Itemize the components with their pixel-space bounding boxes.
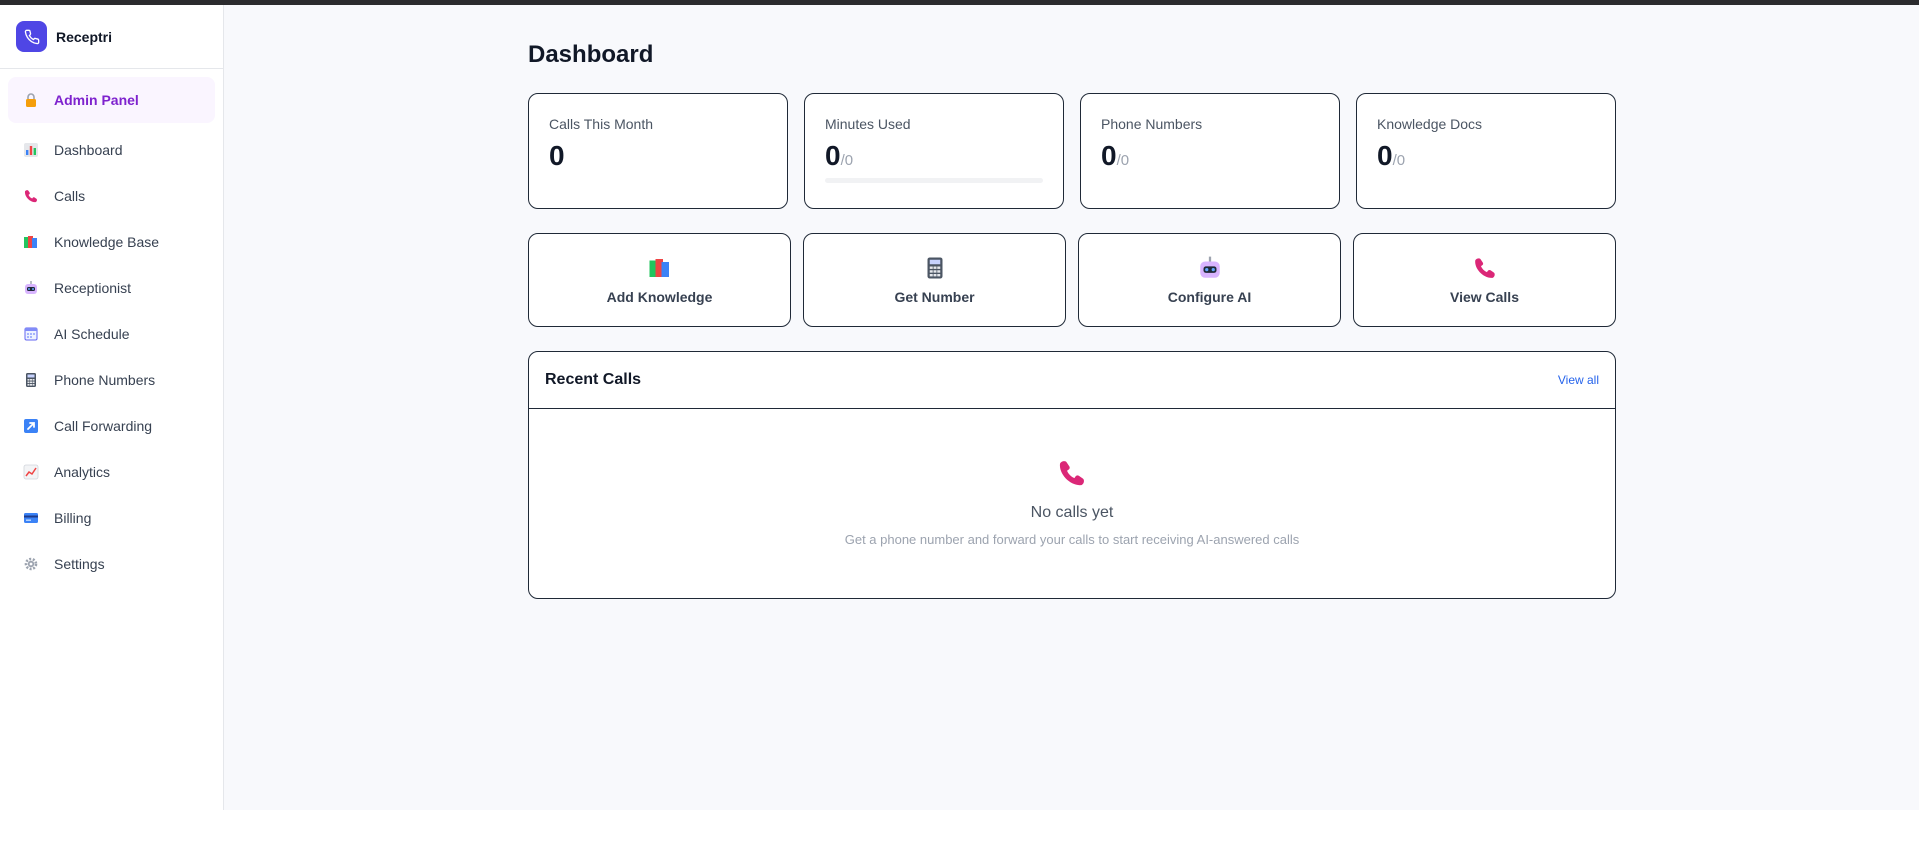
lock-icon bbox=[22, 91, 40, 109]
recent-calls-title: Recent Calls bbox=[545, 371, 642, 388]
phone-receiver-icon bbox=[1056, 457, 1088, 494]
robot-icon bbox=[1197, 255, 1223, 281]
stat-value: 0/0 bbox=[825, 140, 854, 171]
brand[interactable]: Receptri bbox=[0, 5, 223, 69]
sidebar-item-ai-schedule[interactable]: AI Schedule bbox=[8, 311, 215, 357]
sidebar-item-billing[interactable]: Billing bbox=[8, 495, 215, 541]
stat-card-calls-this-month: Calls This Month 0 bbox=[528, 93, 788, 209]
sidebar-item-calls[interactable]: Calls bbox=[8, 173, 215, 219]
gear-icon bbox=[22, 555, 40, 573]
sidebar-item-analytics[interactable]: Analytics bbox=[8, 449, 215, 495]
stat-card-knowledge-docs: Knowledge Docs 0/0 bbox=[1356, 93, 1616, 209]
stat-label: Calls This Month bbox=[549, 116, 654, 132]
view-calls-button[interactable]: View Calls bbox=[1353, 233, 1616, 327]
calendar-icon bbox=[22, 325, 40, 343]
action-label: View Calls bbox=[1449, 289, 1519, 305]
sidebar-item-call-forwarding[interactable]: Call Forwarding bbox=[8, 403, 215, 449]
stat-label: Phone Numbers bbox=[1101, 116, 1203, 132]
sidebar-item-label: Knowledge Base bbox=[54, 234, 160, 250]
sidebar-item-label: AI Schedule bbox=[54, 326, 130, 342]
minutes-progress-bar bbox=[825, 178, 1043, 183]
phone-receiver-icon bbox=[22, 187, 40, 205]
sidebar-item-label: Admin Panel bbox=[54, 92, 139, 108]
sidebar-item-knowledge-base[interactable]: Knowledge Base bbox=[8, 219, 215, 265]
sidebar-item-dashboard[interactable]: Dashboard bbox=[8, 127, 215, 173]
stat-label: Minutes Used bbox=[825, 116, 911, 132]
recent-calls-header: Recent Calls View all bbox=[529, 352, 1615, 409]
stat-value: 0/0 bbox=[1101, 140, 1130, 171]
view-all-link[interactable]: View all bbox=[1558, 373, 1599, 387]
empty-state-title: No calls yet bbox=[1030, 504, 1114, 521]
add-knowledge-button[interactable]: Add Knowledge bbox=[528, 233, 791, 327]
sidebar: Receptri Admin Panel Dashboard Calls Kno… bbox=[0, 5, 224, 810]
empty-state-description: Get a phone number and forward your call… bbox=[844, 532, 1300, 547]
action-label: Add Knowledge bbox=[606, 289, 713, 305]
main-content: Dashboard Calls This Month 0 Minutes Use… bbox=[224, 5, 1919, 810]
books-icon bbox=[22, 233, 40, 251]
sidebar-item-settings[interactable]: Settings bbox=[8, 541, 215, 587]
get-number-button[interactable]: Get Number bbox=[803, 233, 1066, 327]
line-chart-icon bbox=[22, 463, 40, 481]
stat-value: 0 bbox=[549, 140, 565, 171]
stat-label: Knowledge Docs bbox=[1377, 116, 1483, 132]
action-label: Configure AI bbox=[1167, 289, 1252, 305]
sidebar-item-label: Calls bbox=[54, 188, 86, 204]
sidebar-item-label: Settings bbox=[54, 556, 105, 572]
action-label: Get Number bbox=[894, 289, 975, 305]
calculator-icon bbox=[22, 371, 40, 389]
robot-icon bbox=[22, 279, 40, 297]
phone-receiver-icon bbox=[1472, 255, 1498, 281]
configure-ai-button[interactable]: Configure AI bbox=[1078, 233, 1341, 327]
sidebar-item-label: Dashboard bbox=[54, 142, 123, 158]
sidebar-nav: Admin Panel Dashboard Calls Knowledge Ba… bbox=[0, 69, 223, 595]
stat-card-minutes-used: Minutes Used 0/0 bbox=[804, 93, 1064, 209]
books-icon bbox=[647, 255, 673, 281]
sidebar-item-label: Billing bbox=[54, 510, 92, 526]
sidebar-item-admin-panel[interactable]: Admin Panel bbox=[8, 77, 215, 123]
sidebar-item-label: Analytics bbox=[54, 464, 111, 480]
sidebar-item-receptionist[interactable]: Receptionist bbox=[8, 265, 215, 311]
sidebar-item-phone-numbers[interactable]: Phone Numbers bbox=[8, 357, 215, 403]
credit-card-icon bbox=[22, 509, 40, 527]
arrow-up-right-icon bbox=[22, 417, 40, 435]
stat-value: 0/0 bbox=[1377, 140, 1406, 171]
sidebar-item-label: Receptionist bbox=[54, 280, 132, 296]
stat-card-phone-numbers: Phone Numbers 0/0 bbox=[1080, 93, 1340, 209]
page-title: Dashboard bbox=[528, 41, 654, 68]
recent-calls-panel: Recent Calls View all No calls yet Get a… bbox=[528, 351, 1616, 599]
sidebar-item-label: Call Forwarding bbox=[54, 418, 153, 434]
sidebar-item-label: Phone Numbers bbox=[54, 372, 156, 388]
bar-chart-icon bbox=[22, 141, 40, 159]
empty-state: No calls yet Get a phone number and forw… bbox=[529, 409, 1615, 547]
calculator-icon bbox=[922, 255, 948, 281]
brand-name: Receptri bbox=[56, 28, 113, 45]
phone-icon bbox=[16, 21, 47, 52]
